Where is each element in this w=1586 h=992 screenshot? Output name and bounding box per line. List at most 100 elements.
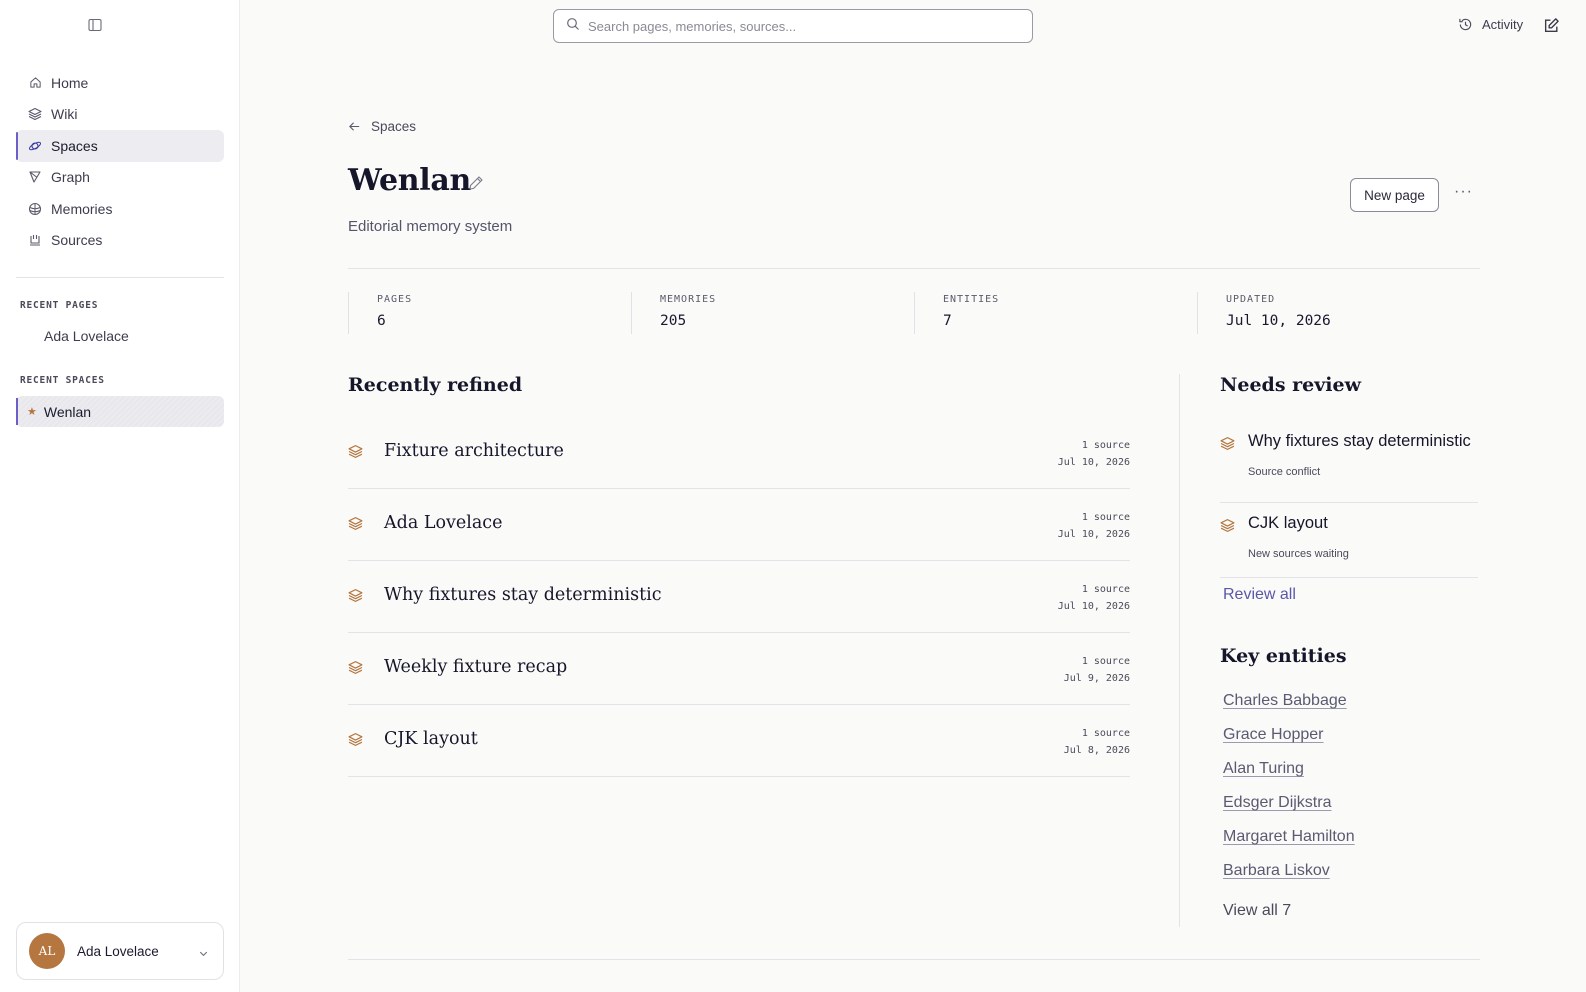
item-title: Why fixtures stay deterministic bbox=[384, 585, 662, 605]
recently-refined-heading: Recently refined bbox=[348, 374, 523, 396]
sidebar-item-memories[interactable]: Memories bbox=[16, 193, 224, 225]
review-item-title: CJK layout bbox=[1248, 514, 1328, 532]
stat-updated: UPDATED Jul 10, 2026 bbox=[1197, 292, 1480, 334]
history-icon bbox=[1458, 17, 1473, 32]
sidebar-nav: Home Wiki Spaces Graph Memories Sources bbox=[16, 67, 224, 256]
item-title: CJK layout bbox=[384, 729, 478, 749]
layers-icon bbox=[1220, 436, 1235, 456]
stat-value: 6 bbox=[377, 313, 386, 329]
review-item-title: Why fixtures stay deterministic bbox=[1248, 432, 1471, 450]
list-item[interactable]: Why fixtures stay deterministic 1 source… bbox=[348, 561, 1130, 633]
layers-icon bbox=[28, 107, 42, 121]
needs-review-list: Why fixtures stay deterministic Source c… bbox=[1220, 428, 1478, 578]
item-date: Jul 9, 2026 bbox=[1063, 673, 1130, 684]
divider bbox=[348, 959, 1480, 960]
sidebar-divider bbox=[16, 277, 224, 278]
review-item[interactable]: CJK layout New sources waiting bbox=[1220, 503, 1478, 578]
review-item-note: Source conflict bbox=[1248, 466, 1321, 478]
stat-label: MEMORIES bbox=[660, 294, 717, 305]
list-item[interactable]: CJK layout 1 source Jul 8, 2026 bbox=[348, 705, 1130, 777]
pencil-icon[interactable] bbox=[468, 175, 484, 196]
new-page-button[interactable]: New page bbox=[1350, 178, 1439, 212]
layers-icon bbox=[348, 516, 363, 536]
recent-space-item[interactable]: ★ Wenlan bbox=[16, 396, 224, 427]
user-name: Ada Lovelace bbox=[77, 943, 159, 959]
page-title: Wenlan bbox=[348, 163, 471, 198]
user-menu[interactable]: AL Ada Lovelace bbox=[16, 922, 224, 980]
item-title: Ada Lovelace bbox=[384, 513, 503, 533]
layers-icon bbox=[348, 660, 363, 680]
sidebar-toggle-icon[interactable] bbox=[88, 18, 104, 34]
stat-entities: ENTITIES 7 bbox=[914, 292, 1197, 334]
view-all-entities-link[interactable]: View all 7 bbox=[1223, 902, 1291, 920]
page-subtitle: Editorial memory system bbox=[348, 218, 513, 235]
item-date: Jul 8, 2026 bbox=[1063, 745, 1130, 756]
divider bbox=[348, 268, 1480, 269]
compose-icon[interactable] bbox=[1543, 17, 1560, 39]
breadcrumb-label: Spaces bbox=[371, 119, 417, 134]
search-bar[interactable] bbox=[553, 9, 1033, 43]
sidebar-item-graph[interactable]: Graph bbox=[16, 162, 224, 194]
item-meta: 1 source Jul 10, 2026 bbox=[1058, 581, 1130, 615]
item-source-count: 1 source bbox=[1081, 584, 1130, 595]
list-item[interactable]: Weekly fixture recap 1 source Jul 9, 202… bbox=[348, 633, 1130, 705]
layers-icon bbox=[348, 444, 363, 464]
entity-link[interactable]: Alan Turing bbox=[1223, 760, 1355, 794]
layers-icon bbox=[348, 732, 363, 752]
stat-pages: PAGES 6 bbox=[348, 292, 631, 334]
sidebar-item-label: Graph bbox=[51, 169, 90, 186]
key-entities-heading: Key entities bbox=[1220, 645, 1347, 667]
sidebar-item-label: Sources bbox=[51, 232, 103, 249]
recent-pages-heading: RECENT PAGES bbox=[20, 300, 99, 311]
stat-value: 205 bbox=[660, 313, 687, 329]
item-date: Jul 10, 2026 bbox=[1057, 457, 1130, 468]
sidebar-item-label: Spaces bbox=[51, 137, 98, 154]
sidebar-item-spaces[interactable]: Spaces bbox=[16, 130, 224, 162]
recent-spaces-heading: RECENT SPACES bbox=[20, 375, 105, 386]
stat-value: 7 bbox=[943, 313, 952, 329]
activity-button[interactable]: Activity bbox=[1458, 17, 1523, 32]
review-item[interactable]: Why fixtures stay deterministic Source c… bbox=[1220, 428, 1478, 503]
review-all-link[interactable]: Review all bbox=[1223, 586, 1296, 604]
sidebar-item-home[interactable]: Home bbox=[16, 67, 224, 99]
stat-label: UPDATED bbox=[1226, 294, 1276, 305]
recently-refined-list: Fixture architecture 1 source Jul 10, 20… bbox=[348, 417, 1130, 777]
stat-label: ENTITIES bbox=[943, 294, 1000, 305]
sidebar-item-label: Memories bbox=[51, 200, 113, 217]
recent-page-item[interactable]: Ada Lovelace bbox=[44, 328, 129, 344]
entity-link[interactable]: Margaret Hamilton bbox=[1223, 828, 1355, 862]
search-input[interactable] bbox=[588, 18, 1008, 34]
entity-link[interactable]: Grace Hopper bbox=[1223, 726, 1355, 760]
sidebar-item-wiki[interactable]: Wiki bbox=[16, 99, 224, 131]
entity-link[interactable]: Charles Babbage bbox=[1223, 692, 1355, 726]
more-icon[interactable]: ··· bbox=[1454, 183, 1473, 201]
arrow-left-icon bbox=[348, 120, 361, 133]
sources-icon bbox=[28, 233, 42, 247]
home-icon bbox=[28, 76, 42, 90]
recent-space-label: Wenlan bbox=[43, 403, 92, 420]
list-item[interactable]: Ada Lovelace 1 source Jul 10, 2026 bbox=[348, 489, 1130, 561]
key-entities-list: Charles Babbage Grace Hopper Alan Turing… bbox=[1223, 692, 1355, 896]
item-meta: 1 source Jul 10, 2026 bbox=[1058, 437, 1130, 471]
item-source-count: 1 source bbox=[1081, 440, 1130, 451]
search-icon bbox=[566, 17, 580, 36]
breadcrumb[interactable]: Spaces bbox=[348, 119, 416, 134]
needs-review-heading: Needs review bbox=[1220, 374, 1361, 396]
item-date: Jul 10, 2026 bbox=[1057, 601, 1130, 612]
entity-link[interactable]: Edsger Dijkstra bbox=[1223, 794, 1355, 828]
item-meta: 1 source Jul 10, 2026 bbox=[1058, 509, 1130, 543]
item-date: Jul 10, 2026 bbox=[1057, 529, 1130, 540]
item-source-count: 1 source bbox=[1081, 512, 1130, 523]
sidebar-item-sources[interactable]: Sources bbox=[16, 225, 224, 257]
stat-label: PAGES bbox=[377, 294, 413, 305]
item-title: Fixture architecture bbox=[384, 441, 564, 461]
entity-link[interactable]: Barbara Liskov bbox=[1223, 862, 1355, 896]
item-meta: 1 source Jul 9, 2026 bbox=[1064, 653, 1130, 687]
layers-icon bbox=[348, 588, 363, 608]
list-item[interactable]: Fixture architecture 1 source Jul 10, 20… bbox=[348, 417, 1130, 489]
review-item-note: New sources waiting bbox=[1248, 548, 1349, 560]
star-icon: ★ bbox=[27, 406, 37, 418]
sidebar: Home Wiki Spaces Graph Memories Sources … bbox=[0, 0, 240, 992]
stat-value: Jul 10, 2026 bbox=[1226, 313, 1331, 329]
item-meta: 1 source Jul 8, 2026 bbox=[1064, 725, 1130, 759]
